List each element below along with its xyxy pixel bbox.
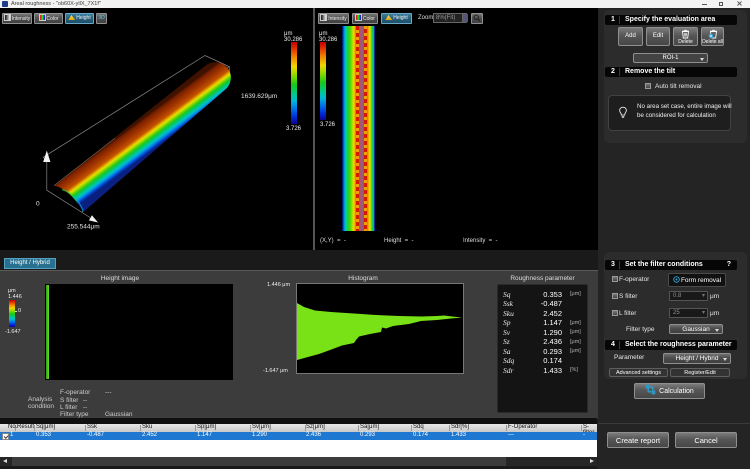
svg-text:0: 0 bbox=[36, 201, 40, 208]
svg-text:1639.629μm: 1639.629μm bbox=[241, 93, 277, 100]
svg-text:255.544μm: 255.544μm bbox=[67, 224, 100, 231]
